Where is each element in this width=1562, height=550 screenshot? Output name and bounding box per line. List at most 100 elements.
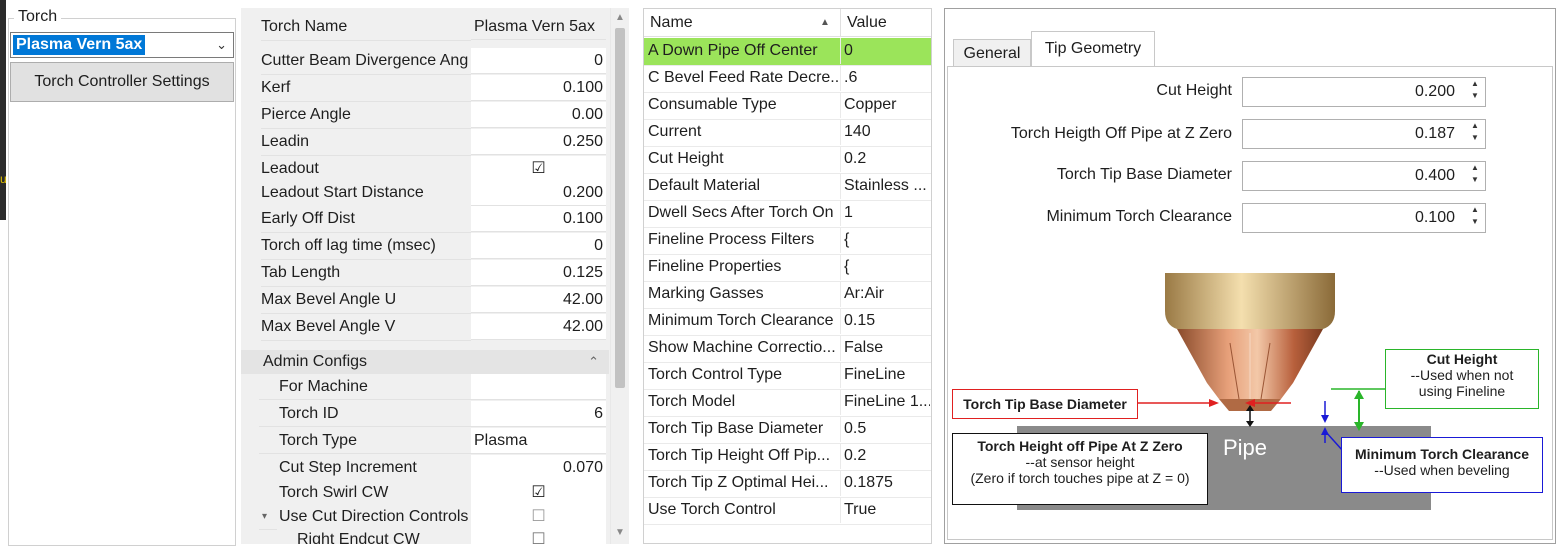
list-item-value[interactable]: Copper bbox=[840, 92, 930, 118]
grid-row[interactable]: Torch Type Plasma bbox=[241, 428, 609, 455]
list-item-value[interactable]: False bbox=[840, 335, 930, 361]
tip-base-diameter-spinner[interactable]: 0.400 ▲ ▼ bbox=[1242, 161, 1486, 191]
property-name: Max Bevel Angle V bbox=[261, 314, 471, 341]
list-item[interactable]: Minimum Torch Clearance 0.15 bbox=[644, 308, 931, 336]
torch-height-spinner[interactable]: 0.187 ▲ ▼ bbox=[1242, 119, 1486, 149]
grid-row[interactable]: Leadin 0.250 bbox=[241, 129, 609, 156]
list-item-value[interactable]: Stainless ... bbox=[840, 173, 930, 199]
grid-row[interactable]: Torch off lag time (msec) 0 bbox=[241, 233, 609, 260]
right-endcut-checkbox[interactable]: ☐ bbox=[471, 527, 606, 544]
list-item[interactable]: Dwell Secs After Torch On 1 bbox=[644, 200, 931, 228]
tab-general[interactable]: General bbox=[953, 39, 1031, 67]
property-value[interactable]: 0.100 bbox=[471, 206, 606, 232]
list-item-value[interactable]: 0 bbox=[840, 38, 930, 64]
grid-row[interactable]: Max Bevel Angle U 42.00 bbox=[241, 287, 609, 314]
list-item-value[interactable]: 0.2 bbox=[840, 443, 930, 469]
property-value[interactable]: Plasma Vern 5ax bbox=[471, 14, 606, 40]
list-item[interactable]: Torch Tip Z Optimal Hei... 0.1875 bbox=[644, 470, 931, 498]
tab-tip-geometry[interactable]: Tip Geometry bbox=[1031, 31, 1155, 67]
scrollbar-thumb[interactable] bbox=[615, 28, 625, 388]
list-item-value[interactable]: FineLine 1... bbox=[840, 389, 930, 415]
list-item[interactable]: Torch Tip Base Diameter 0.5 bbox=[644, 416, 931, 444]
column-header-name[interactable]: Name bbox=[650, 9, 693, 37]
list-item-value[interactable]: 1 bbox=[840, 200, 930, 226]
list-item-value[interactable]: 0.15 bbox=[840, 308, 930, 334]
grid-row[interactable]: Cut Step Increment 0.070 bbox=[241, 455, 609, 482]
grid-row[interactable]: Kerf 0.100 bbox=[241, 75, 609, 102]
grid-row[interactable]: Max Bevel Angle V 42.00 bbox=[241, 314, 609, 341]
vertical-scrollbar[interactable]: ▲ ▼ bbox=[610, 8, 628, 544]
category-label: Admin Configs bbox=[263, 353, 368, 370]
min-clearance-spinner[interactable]: 0.100 ▲ ▼ bbox=[1242, 203, 1486, 233]
property-value[interactable]: 0.100 bbox=[471, 75, 606, 101]
list-item-value[interactable]: 0.5 bbox=[840, 416, 930, 442]
list-item[interactable]: Torch Tip Height Off Pip... 0.2 bbox=[644, 443, 931, 471]
list-item[interactable]: Fineline Process Filters { bbox=[644, 227, 931, 255]
property-value[interactable]: 6 bbox=[471, 401, 606, 427]
list-item[interactable]: Cut Height 0.2 bbox=[644, 146, 931, 174]
property-value[interactable] bbox=[471, 374, 606, 400]
property-value[interactable]: 42.00 bbox=[471, 287, 606, 313]
spinner-arrows-icon[interactable]: ▲ ▼ bbox=[1468, 120, 1482, 148]
list-item-value[interactable]: 0.2 bbox=[840, 146, 930, 172]
column-header-value[interactable]: Value bbox=[840, 9, 887, 37]
list-item[interactable]: Default Material Stainless ... bbox=[644, 173, 931, 201]
list-item[interactable]: Marking Gasses Ar:Air bbox=[644, 281, 931, 309]
grid-row[interactable]: Torch Swirl CW ☑ bbox=[241, 480, 609, 507]
list-item-value[interactable]: Ar:Air bbox=[840, 281, 930, 307]
grid-row[interactable]: Torch ID 6 bbox=[241, 401, 609, 428]
torch-controller-settings-button[interactable]: Torch Controller Settings bbox=[10, 62, 234, 102]
grid-row[interactable]: Leadout ☑ bbox=[241, 156, 609, 183]
grid-row[interactable]: Pierce Angle 0.00 bbox=[241, 102, 609, 129]
property-value[interactable]: 0 bbox=[471, 48, 606, 74]
grid-row[interactable]: Tab Length 0.125 bbox=[241, 260, 609, 287]
list-item-value[interactable]: { bbox=[840, 254, 930, 280]
spinner-arrows-icon[interactable]: ▲ ▼ bbox=[1468, 78, 1482, 106]
chevron-up-icon[interactable]: ⌃ bbox=[588, 350, 599, 374]
spinner-arrows-icon[interactable]: ▲ ▼ bbox=[1468, 162, 1482, 190]
grid-row[interactable]: For Machine bbox=[241, 374, 609, 401]
property-value[interactable]: 0.00 bbox=[471, 102, 606, 128]
list-item[interactable]: Use Torch Control True bbox=[644, 497, 931, 525]
list-item[interactable]: Current 140 bbox=[644, 119, 931, 147]
scroll-up-icon[interactable]: ▲ bbox=[615, 12, 625, 23]
property-name: Torch Swirl CW bbox=[259, 480, 471, 506]
list-item-value[interactable]: FineLine bbox=[840, 362, 930, 388]
cut-height-spinner[interactable]: 0.200 ▲ ▼ bbox=[1242, 77, 1486, 107]
chevron-down-icon[interactable]: ⌄ bbox=[216, 33, 227, 57]
grid-header-row[interactable]: Torch Name Plasma Vern 5ax bbox=[241, 14, 609, 41]
property-value[interactable]: 0.250 bbox=[471, 129, 606, 155]
torch-swirl-checkbox[interactable]: ☑ bbox=[471, 480, 606, 506]
property-value[interactable]: 42.00 bbox=[471, 314, 606, 340]
list-item-value[interactable]: 140 bbox=[840, 119, 930, 145]
list-item-value[interactable]: .6 bbox=[840, 65, 930, 91]
category-admin-configs[interactable]: Admin Configs ⌃ bbox=[241, 350, 609, 374]
list-item[interactable]: Show Machine Correctio... False bbox=[644, 335, 931, 363]
grid-row[interactable]: Right Endcut CW ☐ bbox=[241, 527, 609, 544]
property-value[interactable]: 0.125 bbox=[471, 260, 606, 286]
grid-row[interactable]: Cutter Beam Divergence Ang 0 bbox=[241, 48, 609, 75]
property-name: Leadout Start Distance bbox=[261, 180, 471, 207]
leadout-checkbox[interactable]: ☑ bbox=[471, 156, 606, 182]
spinner-arrows-icon[interactable]: ▲ ▼ bbox=[1468, 204, 1482, 232]
list-item-value[interactable]: True bbox=[840, 497, 930, 523]
list-item-value[interactable]: 0.1875 bbox=[840, 470, 930, 496]
property-name: Torch off lag time (msec) bbox=[261, 233, 471, 260]
list-item[interactable]: C Bevel Feed Rate Decre... .6 bbox=[644, 65, 931, 93]
callout-torch-height-title: Torch Height off Pipe At Z Zero bbox=[977, 438, 1183, 454]
list-item[interactable]: Fineline Properties { bbox=[644, 254, 931, 282]
list-item[interactable]: Torch Control Type FineLine bbox=[644, 362, 931, 390]
list-item[interactable]: Consumable Type Copper bbox=[644, 92, 931, 120]
scroll-down-icon[interactable]: ▼ bbox=[615, 527, 625, 538]
list-item-selected[interactable]: A Down Pipe Off Center 0 bbox=[644, 38, 931, 66]
property-value[interactable]: 0 bbox=[471, 233, 606, 259]
property-value[interactable]: Plasma bbox=[471, 428, 606, 454]
grid-row[interactable]: Early Off Dist 0.100 bbox=[241, 206, 609, 233]
torch-select[interactable]: Plasma Vern 5ax ⌄ bbox=[10, 32, 234, 58]
list-item-value[interactable]: { bbox=[840, 227, 930, 253]
grid-row[interactable]: Leadout Start Distance 0.200 bbox=[241, 180, 609, 207]
property-name: Torch Name bbox=[261, 14, 471, 41]
list-item[interactable]: Torch Model FineLine 1... bbox=[644, 389, 931, 417]
property-value[interactable]: 0.070 bbox=[471, 455, 606, 481]
property-value[interactable]: 0.200 bbox=[471, 180, 606, 206]
